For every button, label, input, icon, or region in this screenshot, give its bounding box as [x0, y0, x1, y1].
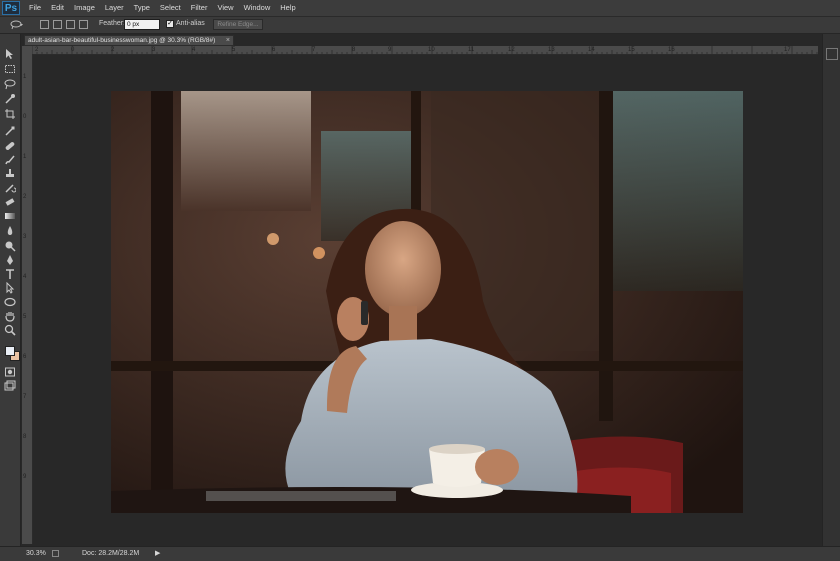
ruler-v-label: 6 [23, 354, 27, 360]
path-select-icon[interactable] [4, 281, 16, 294]
ruler-h-label: 16 [668, 47, 675, 53]
photo-woman-on-phone [111, 91, 743, 513]
options-bar: Feather: 0 px ✓ Anti-alias Refine Edge..… [0, 17, 840, 34]
ruler-h-label: 11 [468, 47, 475, 53]
pen-icon[interactable] [4, 254, 16, 266]
ruler-v-label: 3 [23, 234, 27, 240]
ruler-h-label: 4 [192, 47, 196, 53]
menu-select[interactable]: Select [155, 0, 186, 16]
ruler-h-label: 6 [272, 47, 276, 53]
ruler-h-label: 14 [588, 47, 595, 53]
ruler-h-label: 13 [548, 47, 555, 53]
zoom-level[interactable]: 30.3% [26, 550, 46, 557]
ruler-v-label: 2 [23, 194, 27, 200]
status-bar: 30.3% Doc: 28.2M/28.2M ▶ [0, 546, 840, 561]
stamp-icon[interactable] [4, 168, 16, 180]
ruler-h-label: 10 [428, 47, 435, 53]
menu-layer[interactable]: Layer [100, 0, 129, 16]
dodge-icon[interactable] [4, 240, 16, 252]
gradient-icon[interactable] [4, 210, 16, 222]
ruler-v-label: 9 [23, 474, 27, 480]
hand-icon[interactable] [4, 310, 16, 322]
document-tab-title: adult-asian-bar-beautiful-businesswoman.… [28, 37, 216, 44]
ruler-h-label: 2 [111, 47, 115, 53]
panel-toggle-icon[interactable] [826, 48, 838, 60]
ruler-corner [22, 46, 32, 54]
ruler-v-label: 8 [23, 434, 27, 440]
ruler-v-label: 5 [23, 314, 27, 320]
lasso-preset-icon[interactable] [10, 20, 24, 30]
document-tab[interactable]: adult-asian-bar-beautiful-businesswoman.… [24, 35, 234, 46]
menu-type[interactable]: Type [129, 0, 155, 16]
ruler-horizontal-ticks [32, 46, 818, 54]
type-icon[interactable] [4, 268, 16, 280]
history-brush-icon[interactable] [4, 182, 17, 194]
status-menu-arrow-icon[interactable]: ▶ [155, 549, 160, 557]
quick-select-icon[interactable] [4, 93, 16, 105]
feather-input[interactable]: 0 px [124, 19, 160, 30]
healing-icon[interactable] [4, 140, 16, 152]
right-panel-strip [822, 34, 840, 546]
crop-icon[interactable] [4, 108, 16, 120]
ruler-h-label: 9 [388, 47, 392, 53]
new-selection-icon[interactable] [40, 20, 49, 29]
ruler-v-label: 1 [23, 154, 27, 160]
feather-label: Feather: [99, 20, 126, 27]
ruler-h-label: 17 [784, 47, 791, 53]
document-size: Doc: 28.2M/28.2M [82, 550, 140, 557]
brush-icon[interactable] [4, 154, 16, 166]
lasso-icon[interactable] [4, 78, 16, 90]
ruler-h-label: 7 [312, 47, 316, 53]
document-image[interactable] [111, 91, 743, 513]
antialias-label: Anti-alias [176, 20, 205, 27]
color-swatch-icon[interactable] [4, 346, 20, 362]
ruler-vertical: 1 0 1 2 3 4 5 6 7 8 9 [22, 54, 33, 544]
ruler-h-label: 2 [35, 47, 39, 53]
zoom-icon[interactable] [4, 324, 16, 336]
ruler-horizontal: 2 0 2 3 4 5 6 7 8 9 10 11 12 13 14 15 16… [32, 46, 818, 55]
menu-filter[interactable]: Filter [186, 0, 213, 16]
ruler-v-label: 4 [23, 274, 27, 280]
ruler-h-label: 0 [71, 47, 75, 53]
eyedropper-icon[interactable] [4, 125, 16, 137]
shape-icon[interactable] [4, 296, 16, 308]
move-icon[interactable] [4, 48, 16, 60]
close-icon[interactable]: × [226, 36, 230, 45]
foreground-color-swatch[interactable] [5, 346, 15, 356]
add-selection-icon[interactable] [53, 20, 62, 29]
menu-view[interactable]: View [212, 0, 238, 16]
menu-bar: Ps File Edit Image Layer Type Select Fil… [0, 0, 840, 17]
ruler-h-label: 5 [232, 47, 236, 53]
subtract-selection-icon[interactable] [66, 20, 75, 29]
antialias-checkbox[interactable]: ✓ [166, 20, 174, 28]
status-info-icon[interactable] [52, 550, 59, 557]
marquee-icon[interactable] [4, 63, 16, 75]
menu-edit[interactable]: Edit [46, 0, 69, 16]
ruler-v-label: 7 [23, 394, 27, 400]
blur-icon[interactable] [4, 225, 16, 237]
ruler-h-label: 3 [152, 47, 156, 53]
menu-help[interactable]: Help [275, 0, 300, 16]
ruler-h-label: 15 [628, 47, 635, 53]
tools-panel [0, 34, 21, 546]
intersect-selection-icon[interactable] [79, 20, 88, 29]
quick-mask-icon[interactable] [4, 366, 16, 378]
photoshop-logo: Ps [2, 1, 20, 15]
screen-mode-icon[interactable] [4, 380, 16, 392]
ruler-v-label: 1 [23, 74, 27, 80]
menu-image[interactable]: Image [69, 0, 100, 16]
menu-window[interactable]: Window [239, 0, 276, 16]
eraser-icon[interactable] [4, 196, 16, 208]
ruler-v-label: 0 [23, 114, 27, 120]
menu-file[interactable]: File [24, 0, 46, 16]
refine-edge-button[interactable]: Refine Edge... [213, 19, 263, 30]
ruler-h-label: 12 [508, 47, 515, 53]
ruler-h-label: 8 [352, 47, 356, 53]
